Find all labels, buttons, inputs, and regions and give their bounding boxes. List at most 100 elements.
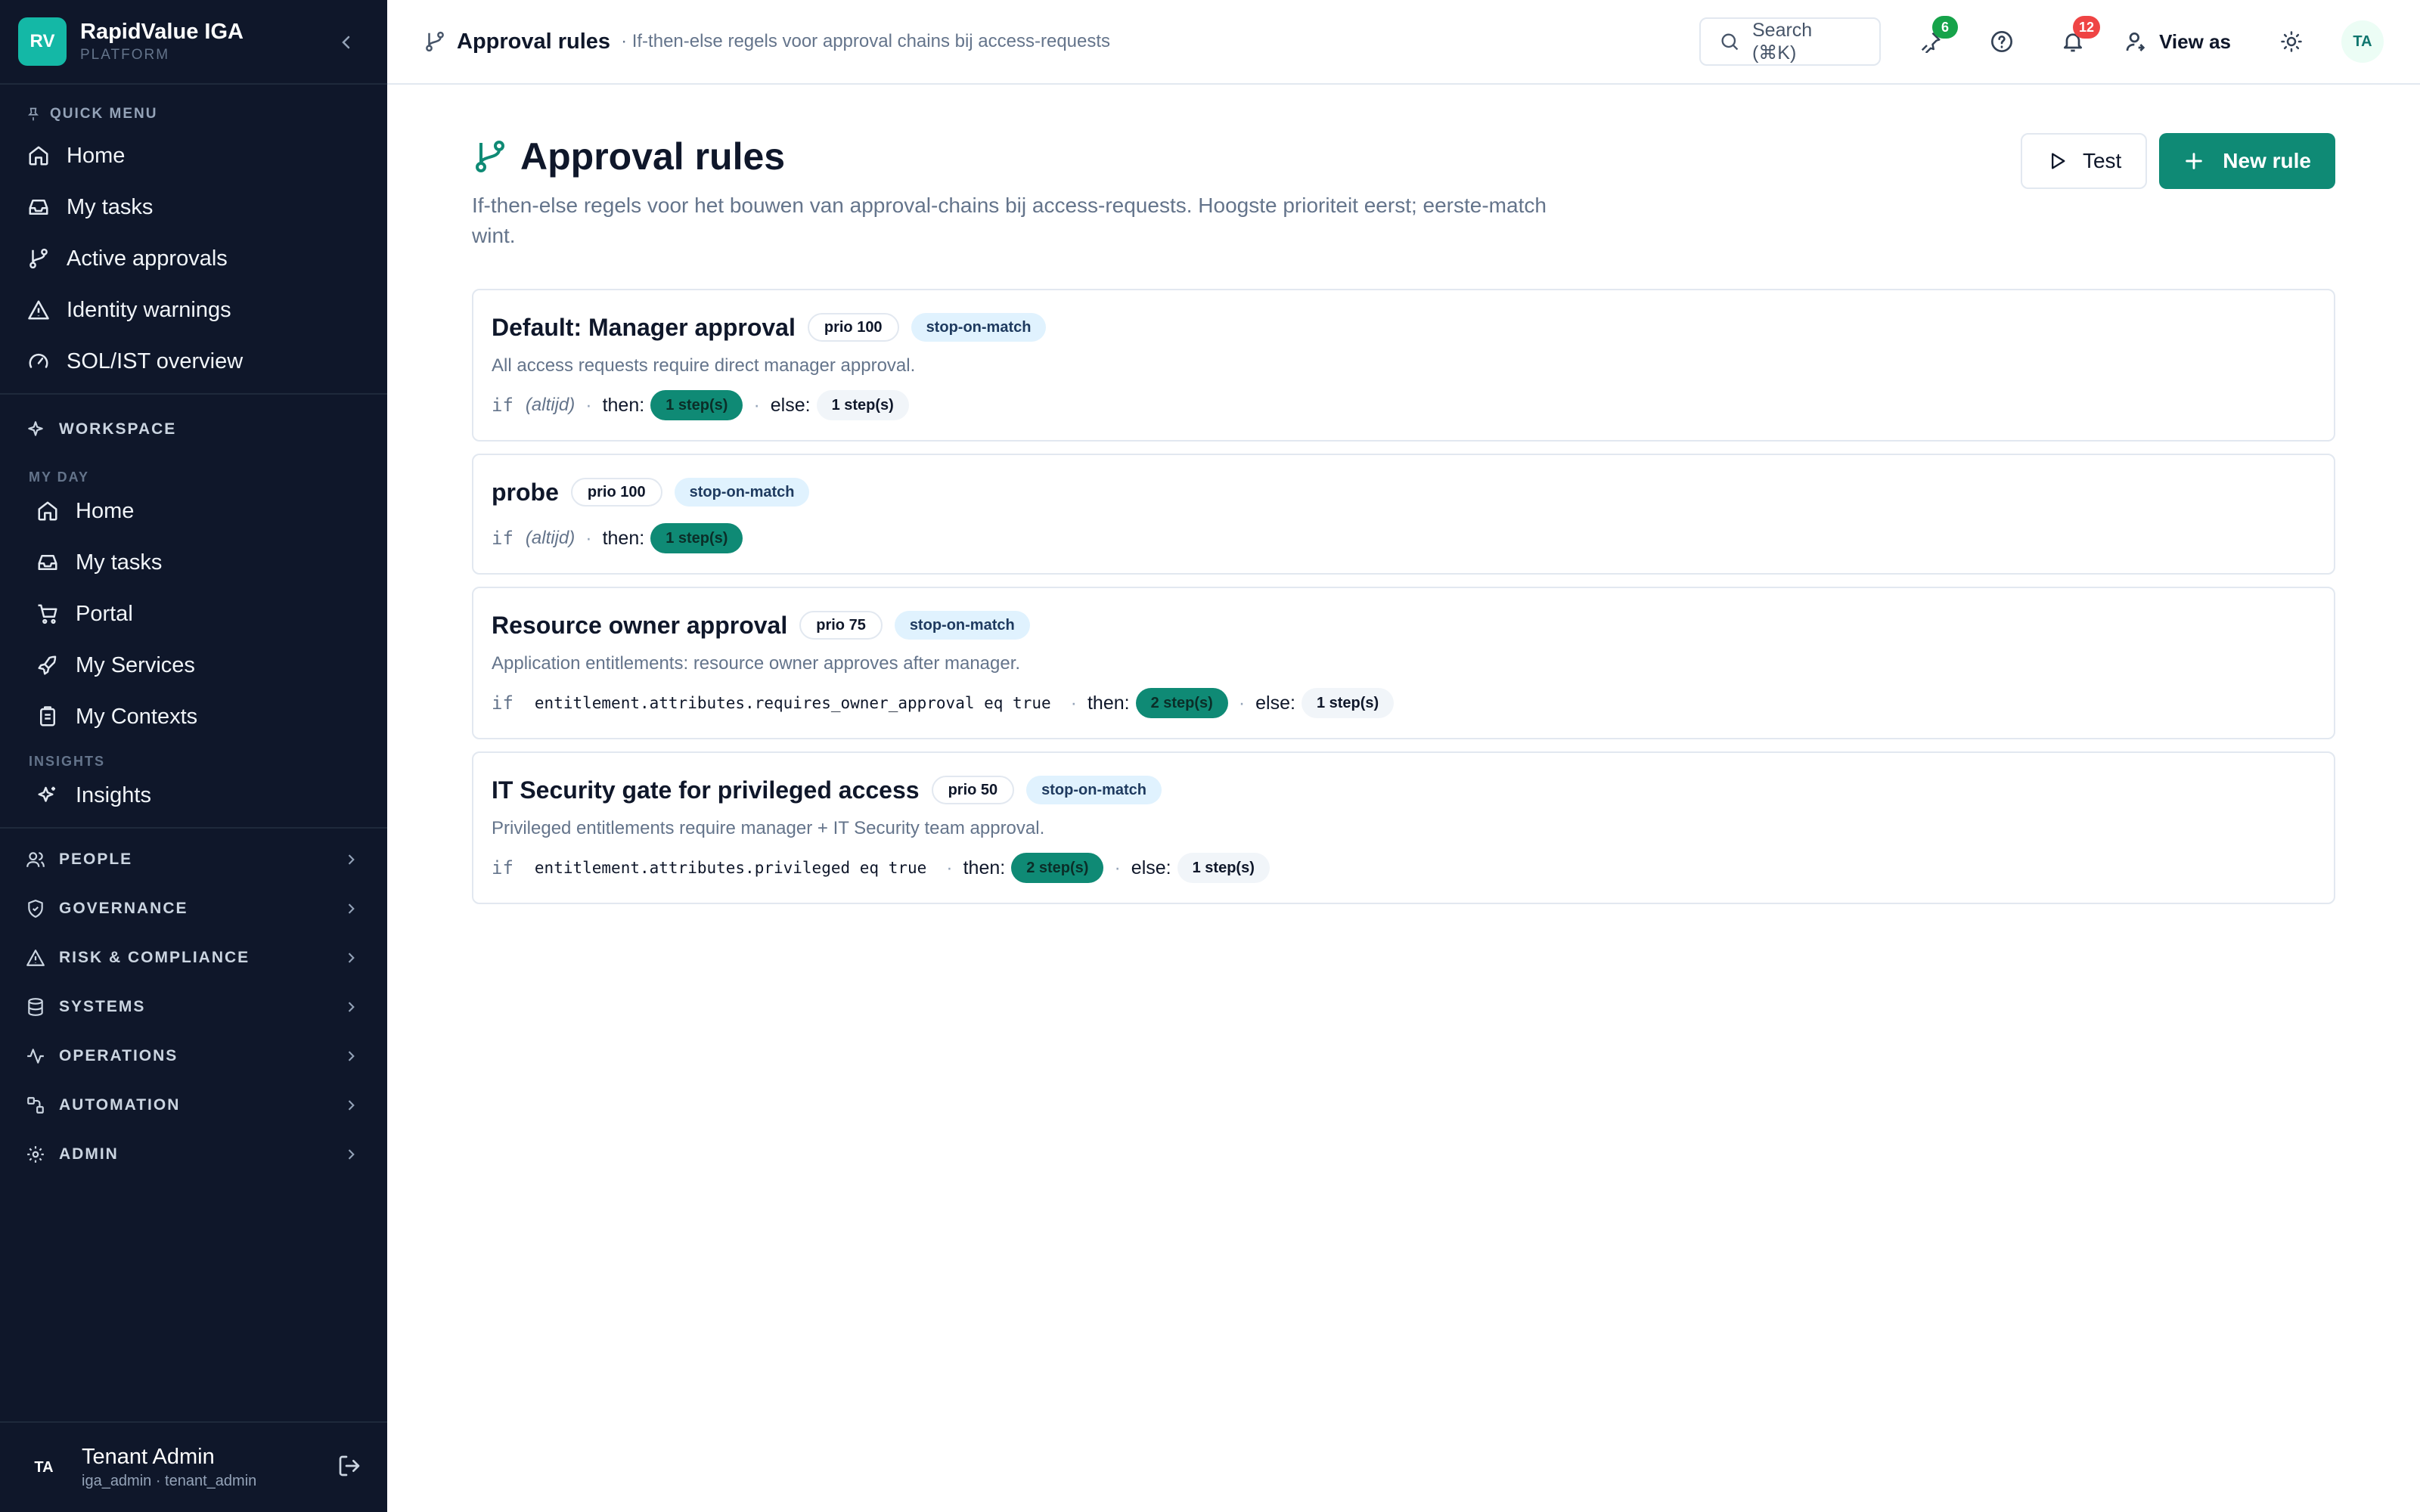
group-label: ADMIN [59,1145,119,1163]
git-branch-icon [476,141,504,172]
group-operations[interactable]: OPERATIONS [0,1031,387,1080]
brand-header: RV RapidValue IGA PLATFORM [0,0,387,85]
mode-badge: stop-on-match [911,313,1047,342]
group-people[interactable]: PEOPLE [0,835,387,884]
else-steps-badge: 1 step(s) [1301,688,1395,718]
chevron-right-icon [348,1001,355,1012]
separator: · [753,394,760,416]
sidebar-item-label: Insights [76,782,151,807]
then-steps-badge: 2 step(s) [1135,688,1228,718]
group-label: AUTOMATION [59,1095,181,1114]
rule-logic: if entitlement.attributes.requires_owner… [492,686,2316,720]
help-button[interactable] [1981,20,2023,63]
group-governance[interactable]: GOVERNANCE [0,884,387,933]
sidebar-item-label: My tasks [76,550,163,575]
quick-item-label: Identity warnings [67,297,231,322]
database-icon [28,997,43,1016]
group-label: SYSTEMS [59,997,146,1015]
sidebar-item-home[interactable]: Home [0,485,387,537]
rule-logic: if (altijd) · then: 1 step(s) · else: 1 … [492,389,2316,422]
group-label: RISK & COMPLIANCE [59,948,250,966]
rule-name: Resource owner approval [492,611,788,639]
my-day-label: MY DAY [29,469,90,485]
sidebar-item-insights[interactable]: Insights [0,770,387,821]
brand-logo[interactable]: RV [18,17,67,66]
people-icon [26,851,45,867]
top-bar: Approval rules · If-then-else regels voo… [387,0,2420,85]
priority-badge: prio 100 [570,478,662,507]
sidebar-item-label: Portal [76,601,133,626]
inbox-icon [29,200,48,215]
warning-icon [28,300,49,320]
sidebar: RV RapidValue IGA PLATFORM QUICK MENU Ho… [0,0,387,1512]
rule-condition: entitlement.attributes.privileged eq tru… [534,859,927,877]
chevron-right-icon [348,1148,355,1160]
user-switch-icon [2126,33,2145,51]
quick-menu: Home My tasks Active approvals Identity … [0,130,387,387]
breadcrumb-subtitle: · If-then-else regels voor approval chai… [621,31,1111,51]
then-steps-badge: 1 step(s) [650,523,743,553]
rule-card[interactable]: probe prio 100 stop-on-match if (altijd)… [472,454,2335,575]
chevron-right-icon [348,903,355,914]
separator: · [1070,692,1077,714]
then-steps-badge: 1 step(s) [650,390,743,420]
quick-item-my-tasks[interactable]: My tasks [0,181,387,233]
mode-badge: stop-on-match [1026,776,1162,804]
else-steps-badge: 1 step(s) [816,390,909,420]
theme-toggle-button[interactable] [2270,20,2313,63]
my-day-menu: Home My tasks Portal My Services My Cont… [0,485,387,742]
inbox-icon [38,555,57,570]
rule-card[interactable]: Resource owner approval prio 75 stop-on-… [472,587,2335,739]
sidebar-item-my-services[interactable]: My Services [0,640,387,691]
sidebar-item-label: My Services [76,652,195,677]
group-automation[interactable]: AUTOMATION [0,1080,387,1129]
view-as-button[interactable]: View as [2124,29,2231,54]
sidebar-item-portal[interactable]: Portal [0,588,387,640]
main-content: Approval rules If-then-else regels voor … [472,85,2335,916]
sidebar-item-my-contexts[interactable]: My Contexts [0,691,387,742]
gauge-icon [29,353,48,368]
page-header: Approval rules If-then-else regels voor … [472,85,2335,289]
sparkle-icon [28,421,43,436]
group-label: PEOPLE [59,850,133,868]
collapse-sidebar-button[interactable] [333,29,360,56]
user-name: Tenant Admin [82,1445,215,1469]
then-label: then: [602,527,645,549]
quick-item-home[interactable]: Home [0,130,387,181]
rule-description: Privileged entitlements require manager … [492,818,1045,838]
rule-name: IT Security gate for privileged access [492,776,920,804]
chevron-left-icon [342,36,350,49]
brand-name: RapidValue IGA [80,20,244,44]
pinned-button[interactable]: 6 [1910,16,1959,63]
warning-icon [26,949,45,966]
search-icon [1721,33,1739,51]
rule-card[interactable]: IT Security gate for privileged access p… [472,751,2335,904]
quick-item-active-approvals[interactable]: Active approvals [0,233,387,284]
test-button[interactable]: Test [2020,133,2148,189]
group-systems[interactable]: SYSTEMS [0,982,387,1031]
rule-card[interactable]: Default: Manager approval prio 100 stop-… [472,289,2335,442]
group-label: OPERATIONS [59,1046,178,1064]
quick-menu-label-text: QUICK MENU [50,106,158,122]
rule-description: Application entitlements: resource owner… [492,653,1021,674]
quick-item-label: Active approvals [67,246,228,271]
chevron-right-icon [348,952,355,963]
if-keyword: if [492,857,513,878]
sidebar-divider [0,393,387,395]
new-rule-button[interactable]: New rule [2159,133,2335,189]
avatar[interactable]: TA [2341,20,2384,63]
else-label: else: [770,394,811,416]
quick-item-identity-warnings[interactable]: Identity warnings [0,284,387,336]
group-risk-compliance[interactable]: RISK & COMPLIANCE [0,933,387,982]
chevron-right-icon [348,1050,355,1061]
search-button[interactable]: Search (⌘K) [1699,17,1882,66]
sidebar-item-my-tasks[interactable]: My tasks [0,537,387,588]
avatar[interactable]: TA [26,1449,62,1486]
group-admin[interactable]: ADMIN [0,1129,387,1179]
logout-button[interactable] [337,1454,361,1482]
home-icon [29,146,48,166]
quick-item-sol-ist-overview[interactable]: SOL/IST overview [0,336,387,387]
sidebar-item-label: My Contexts [76,704,198,729]
plus-icon [2186,153,2203,169]
notifications-button[interactable]: 12 [2052,16,2101,63]
